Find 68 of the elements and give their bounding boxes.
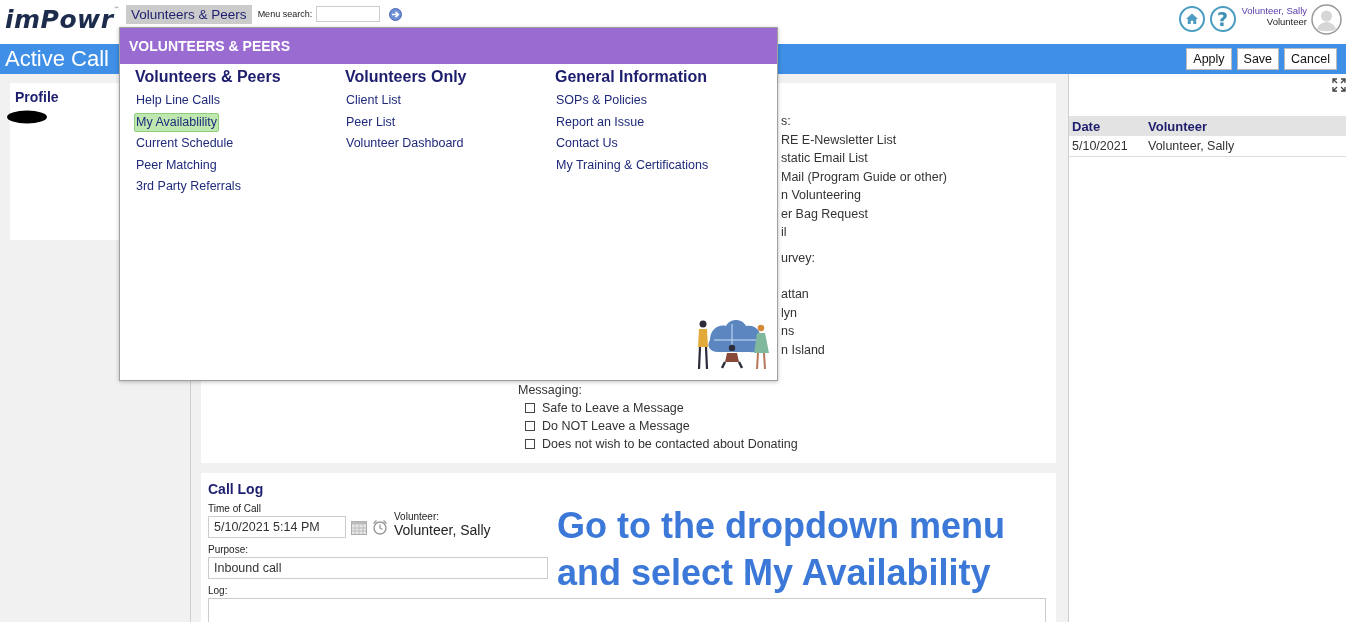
call-log-heading: Call Log — [208, 481, 265, 497]
section-label: Messaging: — [518, 382, 583, 399]
option-label: er Bag Request — [781, 205, 869, 223]
calendar-icon[interactable] — [351, 521, 367, 535]
avatar-icon[interactable] — [1311, 3, 1342, 35]
column-header: Volunteer — [1145, 116, 1346, 136]
option-label: n Volunteering — [781, 187, 862, 204]
option-label: Mail (Program Guide or other) — [781, 168, 949, 186]
menu-section-heading: General Information — [555, 68, 709, 86]
menu-item[interactable]: Client List — [344, 91, 403, 111]
help-button[interactable]: ? — [1209, 6, 1236, 32]
menu-item[interactable]: Contact Us — [554, 134, 620, 154]
menu-search-field[interactable] — [316, 6, 381, 22]
menu-item[interactable]: Peer List — [344, 112, 398, 132]
menu-section-heading: Volunteers & Peers — [135, 68, 282, 86]
menu-item[interactable]: Help Line Calls — [134, 91, 223, 111]
purpose-field[interactable]: Inbound call — [208, 557, 548, 579]
option-label: n Island — [781, 341, 826, 359]
expand-icon[interactable] — [1332, 78, 1346, 92]
toolbar-button[interactable]: Save — [1236, 48, 1280, 70]
checkbox[interactable] — [525, 439, 535, 449]
toolbar-button[interactable]: Cancel — [1284, 48, 1337, 70]
menu-item[interactable]: SOPs & Policies — [554, 91, 649, 111]
field-label: Time of Call — [208, 503, 262, 514]
menu-item[interactable]: Current Schedule — [134, 134, 236, 154]
go-icon[interactable] — [389, 7, 403, 21]
field-label: Log: — [208, 585, 229, 596]
column-header: Date — [1069, 116, 1145, 136]
menu-item[interactable]: Peer Matching — [134, 155, 219, 175]
field-label: Purpose: — [208, 544, 250, 555]
redaction-mark — [6, 110, 48, 124]
instruction-text: and select My Availability — [557, 551, 992, 595]
profile-heading: Profile — [15, 89, 59, 105]
table-cell: 5/10/2021 — [1069, 136, 1145, 157]
checkbox-label: Do NOT Leave a Message — [542, 418, 690, 435]
option-label: static Email List — [781, 150, 869, 167]
menu-item[interactable]: 3rd Party Referrals — [134, 177, 243, 197]
option-label: lyn — [781, 304, 798, 322]
checkbox[interactable] — [525, 403, 535, 413]
menu-item[interactable]: My Training & Certifications — [554, 155, 711, 175]
section-label: s: — [781, 113, 792, 130]
app-logo: imPowr$^{™}$ — [5, 4, 121, 34]
menu-tab[interactable]: Volunteers & Peers — [126, 4, 252, 24]
menu-item[interactable]: My Availablility — [134, 112, 220, 132]
menu-section-heading: Volunteers Only — [345, 68, 468, 86]
checkbox[interactable] — [525, 421, 535, 431]
user-role: Volunteer — [1266, 16, 1307, 27]
volunteer-name: Volunteer, Sally — [394, 522, 491, 538]
menu-item[interactable]: Volunteer Dashboard — [344, 134, 466, 154]
time-field[interactable]: 5/10/2021 5:14 PM — [208, 516, 346, 538]
section-label: urvey: — [781, 249, 817, 267]
option-label: ns — [781, 323, 796, 340]
menu-header: VOLUNTEERS & PEERS — [120, 28, 777, 64]
field-label: Volunteer: — [394, 511, 441, 522]
option-label: il — [781, 224, 788, 241]
option-label: attan — [781, 286, 810, 303]
menu-search-label: Menu search: — [257, 9, 313, 19]
toolbar-button[interactable]: Apply — [1186, 48, 1232, 70]
user-name[interactable]: Volunteer, Sally — [1241, 5, 1307, 16]
checkbox-label: Does not wish to be contacted about Donating — [542, 436, 798, 453]
alarm-clock-icon[interactable] — [372, 519, 388, 535]
option-label: RE E-Newsletter List — [781, 131, 898, 149]
home-icon[interactable] — [1178, 6, 1205, 32]
table-cell: Volunteer, Sally — [1145, 136, 1346, 157]
page-title: Active Call — [5, 46, 109, 72]
instruction-text: Go to the dropdown menu — [557, 504, 1005, 548]
menu-item[interactable]: Report an Issue — [554, 112, 647, 132]
checkbox-label: Safe to Leave a Message — [542, 400, 684, 417]
